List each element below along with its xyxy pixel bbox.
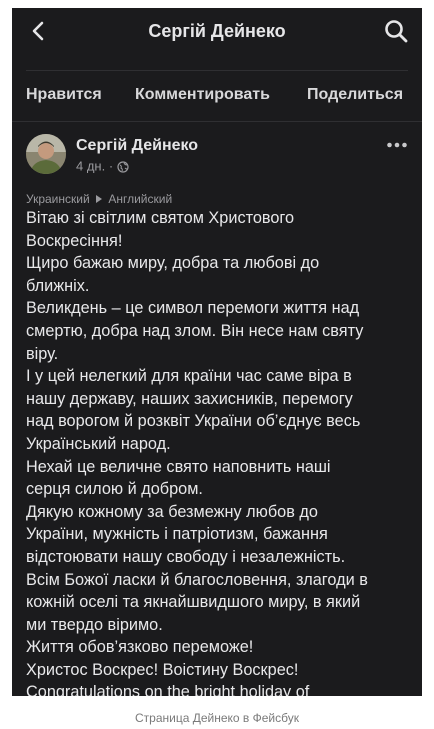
post-line: Український народ. (26, 434, 171, 453)
globe-icon (117, 160, 129, 173)
meta-separator: · (108, 158, 114, 174)
post-line: Congratulations on the bright holiday of (26, 683, 310, 696)
translation-info[interactable]: Украинский Английский (26, 191, 172, 206)
post-line: Всім Божої ласки й благословення, злагод… (26, 570, 368, 589)
search-button[interactable] (382, 17, 410, 45)
post-line: віру. (26, 344, 59, 363)
divider (12, 121, 422, 122)
post-time[interactable]: 4 дн. (76, 159, 105, 174)
post-line: України, мужність і патріотизм, бажання (26, 525, 328, 544)
post-line: ми твердо віримо. (26, 615, 163, 634)
post-line: Вітаю зі світлим святом Христового (26, 209, 295, 227)
avatar[interactable] (26, 134, 66, 174)
post-meta: 4 дн. · (76, 158, 129, 175)
post-line: Щиро бажаю миру, добра та любові до (26, 254, 320, 273)
chevron-left-icon (32, 21, 44, 41)
post-line: смертю, добра над злом. Він несе нам свя… (26, 321, 364, 340)
post-line: над ворогом й розквіт України об’єднує в… (26, 412, 361, 431)
post-line: І у цей нелегкий для країни час саме вір… (26, 367, 352, 386)
page-title: Сергій Дейнеко (148, 21, 286, 41)
post-line: Христос Воскрес! Воістину Воскрес! (26, 660, 299, 679)
post-line: кожній оселі та якнайшвидшого миру, в як… (26, 593, 361, 612)
post-line: нашу державу, наших захисників, перемогу (26, 389, 353, 408)
arrow-right-icon (96, 194, 103, 203)
post-line: ближніх. (26, 276, 90, 295)
image-caption: Страница Дейнеко в Фейсбук (135, 711, 299, 725)
post-line: Великдень – це символ перемоги життя над (26, 299, 360, 318)
post-line: Нехай це величне свято наповнить наші (26, 457, 331, 476)
post-author[interactable]: Сергій Дейнеко (76, 136, 198, 156)
avatar-image (26, 134, 66, 174)
post-header: Сергій Дейнеко 4 дн. · (12, 134, 422, 184)
more-dots-icon (387, 142, 407, 148)
action-bar: Нравится Комментировать Поделиться (12, 80, 422, 110)
post-line: Дякую кожному за безмежну любов до (26, 502, 318, 521)
post-line: Життя обов’язково переможе! (26, 638, 254, 657)
post-line: серця силою й добром. (26, 480, 203, 499)
back-button[interactable] (26, 18, 52, 44)
search-icon (385, 20, 408, 43)
top-bar: Сергій Дейнеко (12, 8, 422, 54)
divider (26, 70, 408, 71)
post-line: Воскресіння! (26, 231, 123, 250)
phone-screen: Сергій Дейнеко Нравится Комментировать П… (12, 8, 422, 696)
more-options-button[interactable] (386, 138, 408, 150)
translation-target: Английский (108, 191, 173, 206)
post-line: відстоювати нашу свободу і незалежність. (26, 547, 346, 566)
translation-source: Украинский (26, 191, 90, 206)
comment-button[interactable]: Комментировать (135, 80, 270, 110)
like-button[interactable]: Нравится (26, 80, 102, 110)
post-body: Вітаю зі світлим святом Христового Воскр… (26, 207, 414, 696)
share-button[interactable]: Поделиться (307, 80, 403, 110)
